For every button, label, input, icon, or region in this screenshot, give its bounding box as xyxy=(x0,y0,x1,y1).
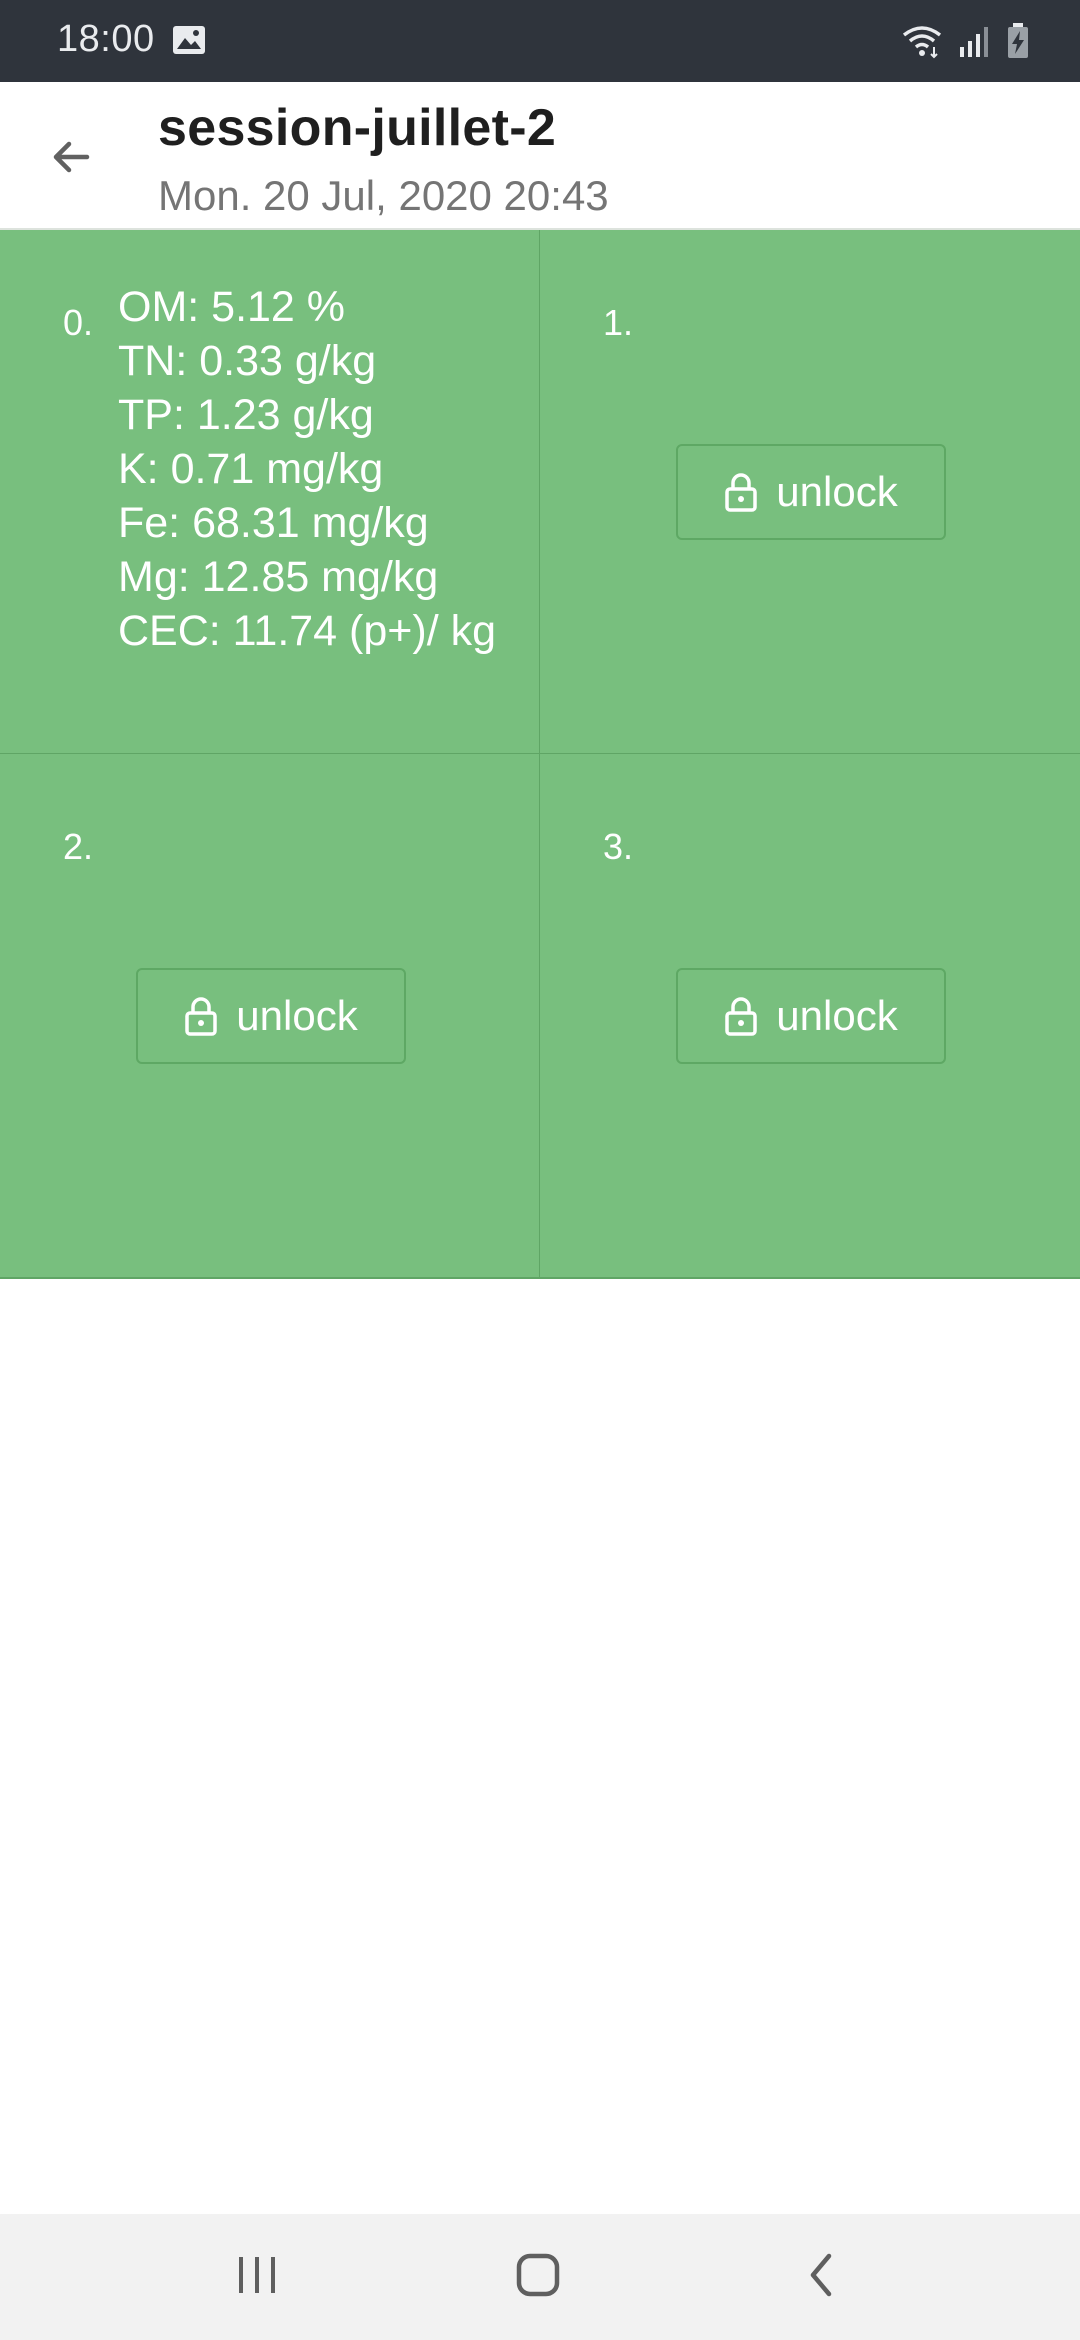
sample-grid: 0. OM: 5.12 % TN: 0.33 g/kg TP: 1.23 g/k… xyxy=(0,230,1080,1279)
status-time: 18:00 xyxy=(57,18,155,60)
home-icon xyxy=(514,2251,562,2304)
signal-icon xyxy=(958,23,992,59)
gallery-icon xyxy=(172,25,206,55)
page-title: session-juillet-2 xyxy=(158,99,557,157)
system-nav-bar xyxy=(0,2214,1080,2340)
session-date: Mon. 20 Jul, 2020 20:43 xyxy=(158,172,609,219)
grid-divider xyxy=(0,1277,1080,1279)
battery-charging-icon xyxy=(1006,22,1030,60)
sample-cell-2: 2. unlock xyxy=(0,754,540,1278)
wifi-icon xyxy=(900,23,944,59)
result-fe: Fe: 68.31 mg/kg xyxy=(118,499,429,547)
result-mg: Mg: 12.85 mg/kg xyxy=(118,553,439,601)
back-icon xyxy=(805,2252,835,2303)
sample-cell-1: 1. unlock xyxy=(540,230,1080,754)
unlock-label: unlock xyxy=(776,992,898,1039)
unlock-button[interactable]: unlock xyxy=(676,968,946,1064)
result-tn: TN: 0.33 g/kg xyxy=(118,337,377,385)
status-icons xyxy=(900,20,1030,62)
result-cec: CEC: 11.74 (p+)/ kg xyxy=(118,607,497,655)
back-button[interactable] xyxy=(34,122,108,196)
lock-icon xyxy=(724,996,758,1036)
lock-icon xyxy=(724,472,758,512)
sample-cell-3: 3. unlock xyxy=(540,754,1080,1278)
sample-index: 3. xyxy=(603,826,634,867)
result-k: K: 0.71 mg/kg xyxy=(118,445,384,493)
home-button[interactable] xyxy=(498,2244,578,2310)
unlock-button[interactable]: unlock xyxy=(136,968,406,1064)
sample-index: 2. xyxy=(63,826,94,867)
status-bar: 18:00 xyxy=(0,0,1080,82)
recents-button[interactable] xyxy=(217,2244,297,2310)
unlock-label: unlock xyxy=(776,468,898,515)
sample-cell-0: 0. OM: 5.12 % TN: 0.33 g/kg TP: 1.23 g/k… xyxy=(0,230,540,754)
arrow-left-icon xyxy=(47,133,95,186)
unlock-button[interactable]: unlock xyxy=(676,444,946,540)
app-bar: session-juillet-2 Mon. 20 Jul, 2020 20:4… xyxy=(0,82,1080,230)
system-back-button[interactable] xyxy=(780,2244,860,2310)
sample-results: OM: 5.12 % TN: 0.33 g/kg TP: 1.23 g/kg K… xyxy=(118,280,498,658)
lock-icon xyxy=(184,996,218,1036)
recents-icon xyxy=(235,2254,279,2301)
result-tp: TP: 1.23 g/kg xyxy=(118,391,374,439)
result-om: OM: 5.12 % xyxy=(118,283,346,331)
sample-index: 0. xyxy=(63,302,94,343)
sample-index: 1. xyxy=(603,302,634,343)
unlock-label: unlock xyxy=(236,992,358,1039)
